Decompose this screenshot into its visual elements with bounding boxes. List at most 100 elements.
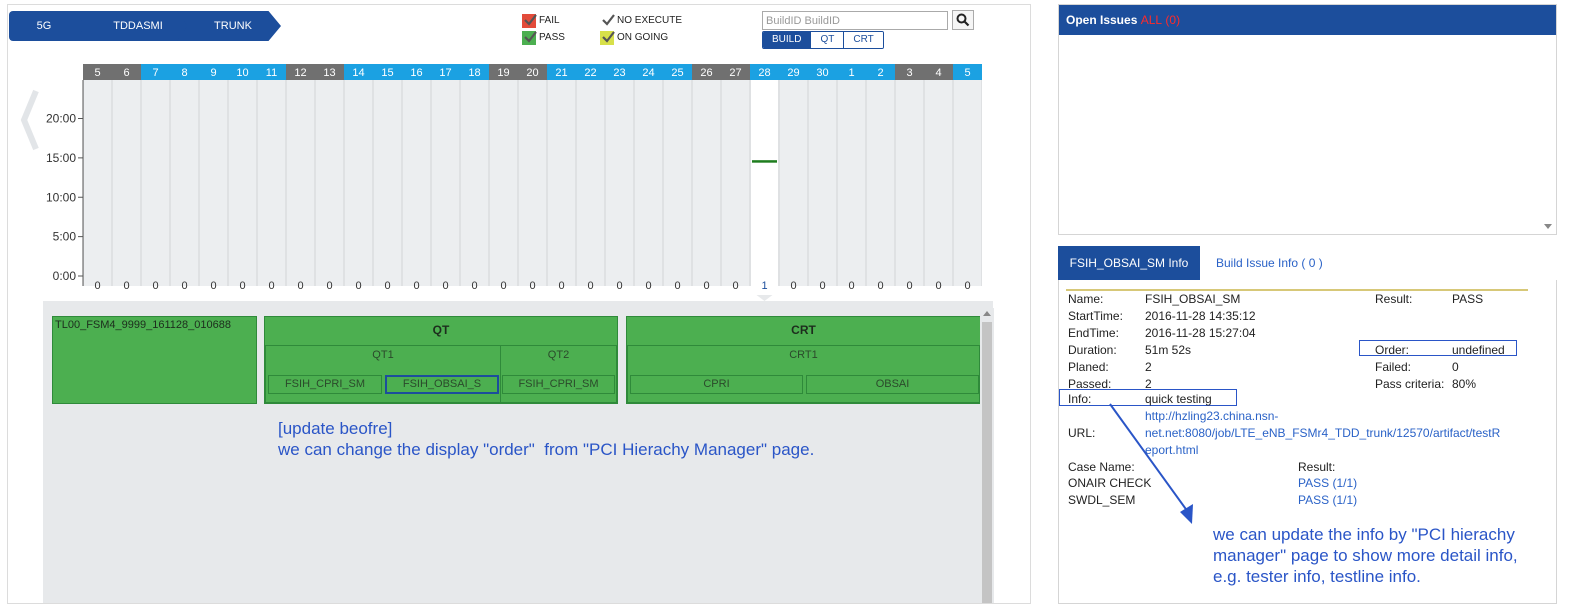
tab-case-info[interactable]: FSIH_OBSAI_SM Info [1058, 246, 1200, 280]
chevron-left-icon[interactable] [18, 89, 40, 151]
scroll-up-icon[interactable] [980, 310, 994, 320]
day-column[interactable] [925, 80, 952, 286]
day-column[interactable] [867, 80, 894, 286]
group-crt-label: CRT [791, 323, 816, 337]
end-value: 2016-11-28 15:27:04 [1145, 326, 1256, 340]
group-qt[interactable]: QT QT1 FSIH_CPRI_SM FSIH_OBSAI_S QT2 FSI… [264, 316, 618, 404]
annotation-info-line2: manager" page to show more detail info, [1213, 546, 1518, 565]
day-column[interactable] [490, 80, 517, 286]
day-column[interactable] [374, 80, 401, 286]
day-column[interactable] [838, 80, 865, 286]
day-column[interactable] [229, 80, 256, 286]
build-timeline-chart: 5060708090100110120130140150160170180190… [46, 64, 982, 301]
day-header-label: 27 [729, 67, 741, 79]
order-value: undefined [1452, 343, 1505, 357]
result-label: Result: [1375, 292, 1413, 306]
result-value: PASS [1452, 292, 1484, 306]
day-header-label: 2 [877, 67, 883, 79]
open-issues-filter[interactable]: ALL [1141, 13, 1162, 27]
day-column[interactable] [345, 80, 372, 286]
case-obsai[interactable]: OBSAI [806, 375, 979, 394]
group-crt[interactable]: CRT CRT1 CPRI OBSAI [626, 316, 981, 404]
subgroup-qt2[interactable]: QT2 FSIH_CPRI_SM [500, 345, 617, 403]
day-count-label[interactable]: 1 [761, 280, 767, 292]
day-column[interactable] [200, 80, 227, 286]
y-tick-label: 10:00 [46, 190, 76, 204]
build-node[interactable]: TL00_FSM4_9999_161128_010688 [52, 316, 257, 404]
day-column[interactable] [606, 80, 633, 286]
day-column[interactable] [113, 80, 140, 286]
scroll-thumb[interactable] [982, 322, 992, 603]
day-column[interactable] [896, 80, 923, 286]
case-cpri[interactable]: CPRI [630, 375, 803, 394]
day-count-label: 0 [500, 280, 506, 292]
day-column[interactable] [809, 80, 836, 286]
scroll-down-icon[interactable] [1544, 224, 1552, 230]
day-column[interactable] [258, 80, 285, 286]
day-column[interactable] [461, 80, 488, 286]
day-count-label: 0 [819, 280, 825, 292]
day-header-label: 23 [613, 67, 625, 79]
build-run-mark[interactable] [752, 160, 777, 163]
order-label: Order: [1375, 343, 1410, 357]
subgroup-qt2-label: QT2 [547, 349, 570, 361]
day-column[interactable] [693, 80, 720, 286]
case-fsih-cpri-sm[interactable]: FSIH_CPRI_SM [268, 375, 382, 394]
day-header-label: 30 [816, 67, 828, 79]
case-row-result[interactable]: PASS (1/1) [1298, 476, 1357, 490]
day-column[interactable] [954, 80, 981, 286]
day-column[interactable] [722, 80, 749, 286]
day-column[interactable] [577, 80, 604, 286]
day-column[interactable] [635, 80, 662, 286]
tab-build-issue-info[interactable]: Build Issue Info ( 0 ) [1216, 246, 1323, 280]
open-issues-header: Open Issues ALL (0) [1059, 5, 1556, 35]
name-label: Name: [1068, 292, 1104, 306]
day-count-label: 0 [703, 280, 709, 292]
day-column[interactable] [664, 80, 691, 286]
left-panel: 5G TDDASMI TRUNK FAIL PASS NO EXECUTE ON… [7, 4, 1031, 604]
day-count-label: 0 [558, 280, 564, 292]
day-column[interactable] [780, 80, 807, 286]
day-column[interactable] [519, 80, 546, 286]
day-count-label: 0 [645, 280, 651, 292]
annotation-order-line2: we can change the display "order" from "… [278, 440, 815, 459]
day-column[interactable] [316, 80, 343, 286]
criteria-value: 80% [1452, 377, 1477, 391]
start-label: StartTime: [1068, 309, 1123, 323]
day-column[interactable] [432, 80, 459, 286]
day-column[interactable] [548, 80, 575, 286]
day-count-label: 0 [210, 280, 216, 292]
day-count-label: 0 [587, 280, 593, 292]
day-column[interactable] [84, 80, 111, 286]
day-column[interactable] [403, 80, 430, 286]
subgroup-qt1[interactable]: QT1 FSIH_CPRI_SM FSIH_OBSAI_S [265, 345, 501, 403]
day-count-label: 0 [152, 280, 158, 292]
tree-scrollbar[interactable] [980, 308, 994, 603]
day-count-label: 0 [935, 280, 941, 292]
day-column[interactable] [751, 80, 778, 286]
subgroup-crt1[interactable]: CRT1 CPRI OBSAI [627, 345, 980, 403]
day-header-label: 5 [964, 67, 970, 79]
annotation-order-line1: [update beofre] [278, 419, 393, 438]
planed-value: 2 [1145, 360, 1152, 374]
day-count-label: 0 [355, 280, 361, 292]
test-hierarchy-panel: TL00_FSM4_9999_161128_010688 QT QT1 FSIH… [43, 301, 993, 603]
day-count-label: 0 [239, 280, 245, 292]
day-count-label: 0 [94, 280, 100, 292]
day-header-label: 21 [555, 67, 567, 79]
day-column[interactable] [287, 80, 314, 286]
info-tabs: FSIH_OBSAI_SM Info Build Issue Info ( 0 … [1058, 246, 1557, 280]
case-fsih-cpri-sm-qt2[interactable]: FSIH_CPRI_SM [502, 375, 615, 394]
day-header-label: 22 [584, 67, 596, 79]
subgroup-crt1-label: CRT1 [789, 349, 818, 361]
annotation-order-note: [update beofre] we can change the displa… [278, 418, 814, 460]
case-row-result[interactable]: PASS (1/1) [1298, 493, 1357, 507]
day-count-label: 0 [123, 280, 129, 292]
url-label: URL: [1068, 426, 1096, 440]
day-count-label: 0 [442, 280, 448, 292]
day-column[interactable] [171, 80, 198, 286]
annotation-info-line1: we can update the info by "PCI hierachy [1213, 525, 1515, 544]
case-fsih-obsai-s[interactable]: FSIH_OBSAI_S [385, 375, 499, 394]
annotation-info-note: we can update the info by "PCI hierachy … [1213, 524, 1518, 587]
day-column[interactable] [142, 80, 169, 286]
